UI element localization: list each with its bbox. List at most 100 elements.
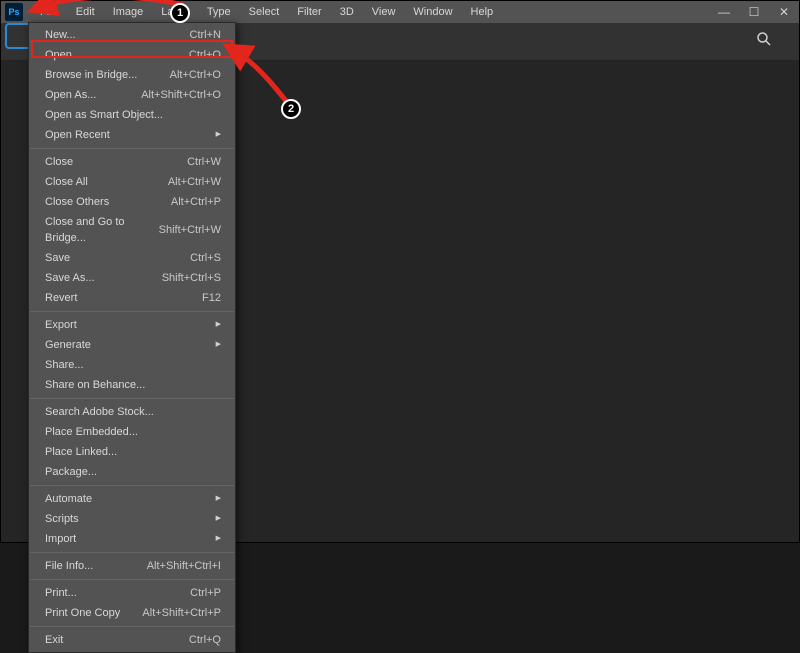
menu-item-label: Close and Go to Bridge...: [45, 214, 159, 246]
menu-item-label: Automate: [45, 491, 92, 507]
menu-edit[interactable]: Edit: [67, 3, 104, 21]
file-menu-scripts[interactable]: Scripts: [29, 509, 235, 529]
menu-view[interactable]: View: [363, 3, 405, 21]
close-button[interactable]: ✕: [769, 1, 799, 23]
titlebar-left: Ps FileEditImageLayerTypeSelectFilter3DV…: [1, 1, 502, 23]
menu-image[interactable]: Image: [104, 3, 153, 21]
menu-item-shortcut: Alt+Shift+Ctrl+I: [147, 558, 221, 574]
menu-item-label: Close Others: [45, 194, 109, 210]
file-menu-close-all[interactable]: Close All Alt+Ctrl+W: [29, 172, 235, 192]
menu-file[interactable]: File: [31, 3, 67, 21]
menu-item-shortcut: Ctrl+N: [190, 27, 221, 43]
menu-window[interactable]: Window: [404, 3, 461, 21]
file-menu-file-info[interactable]: File Info... Alt+Shift+Ctrl+I: [29, 556, 235, 576]
menu-item-shortcut: Ctrl+Q: [189, 632, 221, 648]
menu-item-shortcut: F12: [202, 290, 221, 306]
menu-separator: [30, 626, 234, 627]
maximize-button[interactable]: ☐: [739, 1, 769, 23]
menu-item-label: Generate: [45, 337, 91, 353]
menu-item-label: Package...: [45, 464, 97, 480]
app-icon-text: Ps: [8, 7, 19, 17]
search-button[interactable]: [755, 30, 773, 53]
menu-separator: [30, 311, 234, 312]
menu-item-label: Close All: [45, 174, 88, 190]
menu-item-label: Open as Smart Object...: [45, 107, 163, 123]
menu-item-label: Place Linked...: [45, 444, 117, 460]
menu-help[interactable]: Help: [462, 3, 503, 21]
file-menu-search-adobe-stock[interactable]: Search Adobe Stock...: [29, 402, 235, 422]
file-menu-open-recent[interactable]: Open Recent: [29, 125, 235, 145]
menu-item-label: Print...: [45, 585, 77, 601]
search-icon: [755, 30, 773, 48]
menu-filter[interactable]: Filter: [288, 3, 330, 21]
menu-item-label: Export: [45, 317, 77, 333]
menu-item-shortcut: Ctrl+O: [189, 47, 221, 63]
menu-item-label: Exit: [45, 632, 63, 648]
file-menu-place-embedded[interactable]: Place Embedded...: [29, 422, 235, 442]
menu-3d[interactable]: 3D: [331, 3, 363, 21]
file-menu-print-one-copy[interactable]: Print One Copy Alt+Shift+Ctrl+P: [29, 603, 235, 623]
menu-item-label: Revert: [45, 290, 77, 306]
file-menu-print[interactable]: Print... Ctrl+P: [29, 583, 235, 603]
menu-item-label: Open As...: [45, 87, 96, 103]
file-menu-place-linked[interactable]: Place Linked...: [29, 442, 235, 462]
menu-item-label: Search Adobe Stock...: [45, 404, 154, 420]
file-menu-browse-in-bridge[interactable]: Browse in Bridge... Alt+Ctrl+O: [29, 65, 235, 85]
menu-item-shortcut: Ctrl+S: [190, 250, 221, 266]
titlebar: Ps FileEditImageLayerTypeSelectFilter3DV…: [1, 1, 799, 23]
file-menu-open-as-smart-object[interactable]: Open as Smart Object...: [29, 105, 235, 125]
file-menu-share-on-behance[interactable]: Share on Behance...: [29, 375, 235, 395]
menu-item-label: Browse in Bridge...: [45, 67, 137, 83]
menu-select[interactable]: Select: [240, 3, 289, 21]
file-menu-close-and-go-to-bridge[interactable]: Close and Go to Bridge...Shift+Ctrl+W: [29, 212, 235, 248]
menu-item-shortcut: Ctrl+W: [187, 154, 221, 170]
file-menu-share[interactable]: Share...: [29, 355, 235, 375]
file-menu-save[interactable]: Save Ctrl+S: [29, 248, 235, 268]
menu-separator: [30, 552, 234, 553]
menu-item-shortcut: Ctrl+P: [190, 585, 221, 601]
file-menu-generate[interactable]: Generate: [29, 335, 235, 355]
menu-item-label: Share on Behance...: [45, 377, 145, 393]
menu-item-label: Open...: [45, 47, 81, 63]
menu-item-shortcut: Alt+Ctrl+P: [171, 194, 221, 210]
menu-separator: [30, 485, 234, 486]
menu-separator: [30, 148, 234, 149]
file-menu-automate[interactable]: Automate: [29, 489, 235, 509]
menubar: FileEditImageLayerTypeSelectFilter3DView…: [27, 1, 502, 23]
file-menu-open[interactable]: Open... Ctrl+O: [29, 45, 235, 65]
menu-type[interactable]: Type: [198, 3, 240, 21]
file-menu-export[interactable]: Export: [29, 315, 235, 335]
file-menu-package[interactable]: Package...: [29, 462, 235, 482]
menu-item-shortcut: Shift+Ctrl+W: [159, 222, 221, 238]
menu-separator: [30, 579, 234, 580]
app-icon: Ps: [5, 3, 23, 21]
annotation-bubble-2: 2: [281, 99, 301, 119]
window-controls: — ☐ ✕: [709, 1, 799, 23]
menu-item-label: File Info...: [45, 558, 93, 574]
menu-item-label: New...: [45, 27, 76, 43]
minimize-button[interactable]: —: [709, 1, 739, 23]
file-menu-exit[interactable]: Exit Ctrl+Q: [29, 630, 235, 650]
file-menu-new[interactable]: New... Ctrl+N: [29, 25, 235, 45]
file-menu-import[interactable]: Import: [29, 529, 235, 549]
menu-item-label: Save: [45, 250, 70, 266]
menu-item-label: Close: [45, 154, 73, 170]
menu-item-label: Open Recent: [45, 127, 110, 143]
menu-item-label: Share...: [45, 357, 84, 373]
annotation-bubble-1: 1: [170, 3, 190, 23]
file-menu-dropdown: New... Ctrl+N Open... Ctrl+O Browse in Bridg…: [28, 22, 236, 653]
file-menu-close-others[interactable]: Close Others Alt+Ctrl+P: [29, 192, 235, 212]
file-menu-revert[interactable]: Revert F12: [29, 288, 235, 308]
menu-item-shortcut: Alt+Shift+Ctrl+O: [141, 87, 221, 103]
menu-item-shortcut: Alt+Ctrl+W: [168, 174, 221, 190]
menu-item-label: Import: [45, 531, 76, 547]
menu-item-label: Place Embedded...: [45, 424, 138, 440]
menu-item-label: Save As...: [45, 270, 95, 286]
file-menu-open-as[interactable]: Open As... Alt+Shift+Ctrl+O: [29, 85, 235, 105]
menu-item-label: Scripts: [45, 511, 79, 527]
file-menu-save-as[interactable]: Save As...Shift+Ctrl+S: [29, 268, 235, 288]
menu-item-shortcut: Alt+Ctrl+O: [170, 67, 221, 83]
menu-item-shortcut: Alt+Shift+Ctrl+P: [142, 605, 221, 621]
menu-item-label: Print One Copy: [45, 605, 120, 621]
file-menu-close[interactable]: Close Ctrl+W: [29, 152, 235, 172]
